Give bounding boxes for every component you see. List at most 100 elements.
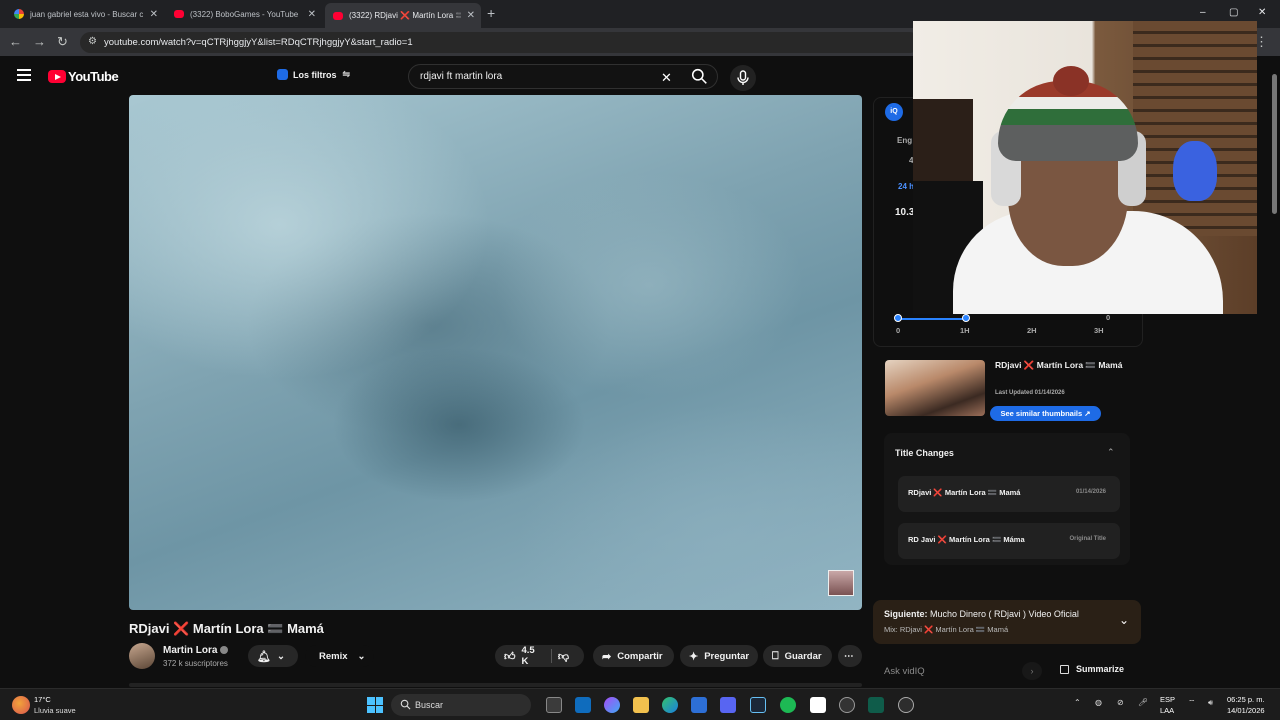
chevron-down-icon: ⌄ <box>357 650 366 662</box>
clear-search-icon[interactable]: ✕ <box>661 70 672 86</box>
remix-button[interactable]: Remix ⌄ <box>305 645 374 667</box>
search-input[interactable]: rdjavi ft martin lora ✕ <box>408 64 718 89</box>
window-close-button[interactable]: ✕ <box>1258 7 1266 18</box>
save-button[interactable]: ⎕ Guardar <box>763 645 832 667</box>
webcam-overlay <box>913 21 1257 314</box>
tab-bobogames[interactable]: (3322) BoboGames - YouTube ✕ <box>166 3 322 25</box>
network-tray-icon[interactable]: ◍ <box>1095 698 1102 707</box>
tab-rdjavi-active[interactable]: (3322) RDjavi ❌ Martín Lora 🟰 ✕ <box>325 3 481 28</box>
voice-search-button[interactable] <box>730 65 756 91</box>
time-range-tab[interactable]: 24 h <box>898 182 914 191</box>
windows-taskbar: 17°C Lluvia suave Buscar ⌃ ◍ ⊘ 🎤︎ ESP LA… <box>0 688 1280 720</box>
microphone-tray-icon[interactable]: 🎤︎ <box>1138 698 1148 707</box>
video-title: RDjavi ❌ Martín Lora 🟰 Mamá <box>129 621 324 636</box>
vidiq-badge[interactable]: iQ <box>885 103 903 121</box>
close-icon[interactable]: ✕ <box>467 10 475 21</box>
volume-icon[interactable]: 🔊︎ <box>1208 698 1213 708</box>
weather-temp[interactable]: 17°C <box>34 695 51 704</box>
clock-date[interactable]: 14/01/2026 <box>1227 706 1265 715</box>
webcam-plush-toy <box>1173 141 1217 201</box>
edge-icon[interactable] <box>662 697 678 713</box>
weather-desc[interactable]: Lluvia suave <box>34 706 76 715</box>
minimize-button[interactable]: – <box>1200 7 1206 18</box>
forward-icon[interactable]: → <box>33 34 46 49</box>
bookmark-icon: ⎕ <box>772 649 779 662</box>
mix-title: Mix: RDjavi ❌ Martín Lora 🟰 Mamá <box>884 625 1009 634</box>
like-count: 4.5 K <box>521 645 535 667</box>
ask-vidiq-input[interactable]: Ask vidIQ <box>873 659 1045 683</box>
obs-icon[interactable] <box>839 697 855 713</box>
menu-icon[interactable] <box>17 69 31 85</box>
title-change-text: RDjavi ❌ Martín Lora 🟰 Mamá <box>908 488 1021 497</box>
tab-google-search[interactable]: juan gabriel esta vivo - Buscar c ✕ <box>6 3 164 25</box>
copilot-icon[interactable] <box>604 697 620 713</box>
app-icon[interactable] <box>868 697 884 713</box>
taskbar-search[interactable]: Buscar <box>391 694 531 716</box>
task-view-icon[interactable] <box>546 697 562 713</box>
title-change-row: RDjavi ❌ Martín Lora 🟰 Mamá 01/14/2026 <box>898 476 1120 512</box>
more-actions-button[interactable]: ⋯ <box>838 645 862 667</box>
spotify-icon[interactable] <box>780 697 796 713</box>
language-indicator[interactable]: ESP <box>1160 695 1175 704</box>
wifi-icon[interactable]: ⌔ <box>1188 698 1196 708</box>
share-label: Compartir <box>617 650 663 662</box>
channel-name[interactable]: Martin Lora <box>163 645 229 656</box>
search-query: rdjavi ft martin lora <box>420 71 503 82</box>
title-change-date: Original Title <box>1069 536 1106 542</box>
chevron-down-icon[interactable]: ⌄ <box>1119 613 1129 627</box>
channel-watermark[interactable] <box>828 570 854 596</box>
chevron-up-icon[interactable]: ⌃ <box>1107 447 1115 458</box>
up-next-label: Siguiente: <box>884 609 928 619</box>
youtube-play-icon <box>48 70 66 83</box>
like-button[interactable]: 👍︎ 4.5 K 👎︎ <box>495 645 584 667</box>
back-icon[interactable]: ← <box>9 34 22 49</box>
close-icon[interactable]: ✕ <box>150 9 158 20</box>
weather-icon[interactable] <box>12 696 30 714</box>
ask-button[interactable]: ✦ Preguntar <box>680 645 758 667</box>
microphone-icon <box>737 70 749 85</box>
new-tab-button[interactable]: + <box>487 5 495 21</box>
search-icon[interactable] <box>691 68 708 85</box>
chrome-icon[interactable] <box>898 697 914 713</box>
send-arrow-icon[interactable]: › <box>1022 662 1042 680</box>
video-player[interactable] <box>129 95 862 610</box>
notifications-button[interactable]: 🔔︎ ⌄ <box>248 645 298 667</box>
video-thumbnail[interactable] <box>885 360 985 416</box>
thumbs-down-icon[interactable]: 👎︎ <box>558 650 569 663</box>
keyboard-layout-indicator[interactable]: LAA <box>1160 706 1174 715</box>
views-graph-line <box>898 318 966 320</box>
summarize-button[interactable]: Summarize <box>1060 664 1124 674</box>
vidiq-icon <box>277 69 288 80</box>
clock-time[interactable]: 06:25 p. m. <box>1227 695 1265 704</box>
notepad-icon[interactable] <box>810 697 826 713</box>
filters-label: Los filtros <box>293 69 337 80</box>
microsoft-store-icon[interactable] <box>691 697 707 713</box>
tab-title: (3322) BoboGames - YouTube <box>190 9 299 19</box>
site-settings-icon[interactable]: ⚙ <box>88 36 97 47</box>
steam-icon[interactable] <box>750 697 766 713</box>
file-explorer-icon[interactable] <box>633 697 649 713</box>
maximize-button[interactable]: ▢ <box>1229 7 1238 18</box>
address-bar[interactable]: ⚙ youtube.com/watch?v=qCTRjhggjyY&list=R… <box>80 32 920 53</box>
thumbs-up-icon: 👍︎ <box>504 650 516 663</box>
graph-end-value: 0 <box>1106 313 1111 322</box>
avatar[interactable] <box>129 643 155 669</box>
outlook-icon[interactable] <box>575 697 591 713</box>
filters-button[interactable]: Los filtros ⇋ <box>277 69 350 80</box>
see-similar-thumbnails-button[interactable]: See similar thumbnails ↗ <box>990 406 1101 421</box>
ask-vidiq-placeholder: Ask vidIQ <box>884 665 925 677</box>
divider <box>550 649 552 663</box>
share-button[interactable]: ➦ Compartir <box>593 645 674 667</box>
reload-icon[interactable]: ↻ <box>57 34 68 50</box>
start-button[interactable] <box>367 697 383 713</box>
up-next-card[interactable]: Siguiente: Mucho Dinero ( RDjavi ) Video… <box>873 600 1141 644</box>
close-icon[interactable]: ✕ <box>308 9 316 20</box>
app-tray-icon[interactable]: ⊘ <box>1117 698 1124 707</box>
scrollbar-thumb[interactable] <box>1272 74 1277 214</box>
youtube-logo[interactable]: YouTube <box>48 69 119 84</box>
show-hidden-icons[interactable]: ⌃ <box>1074 698 1081 707</box>
page-scrollbar[interactable] <box>1271 60 1277 220</box>
graph-point <box>962 314 970 322</box>
discord-icon[interactable] <box>720 697 736 713</box>
more-icon: ⋯ <box>844 650 854 662</box>
